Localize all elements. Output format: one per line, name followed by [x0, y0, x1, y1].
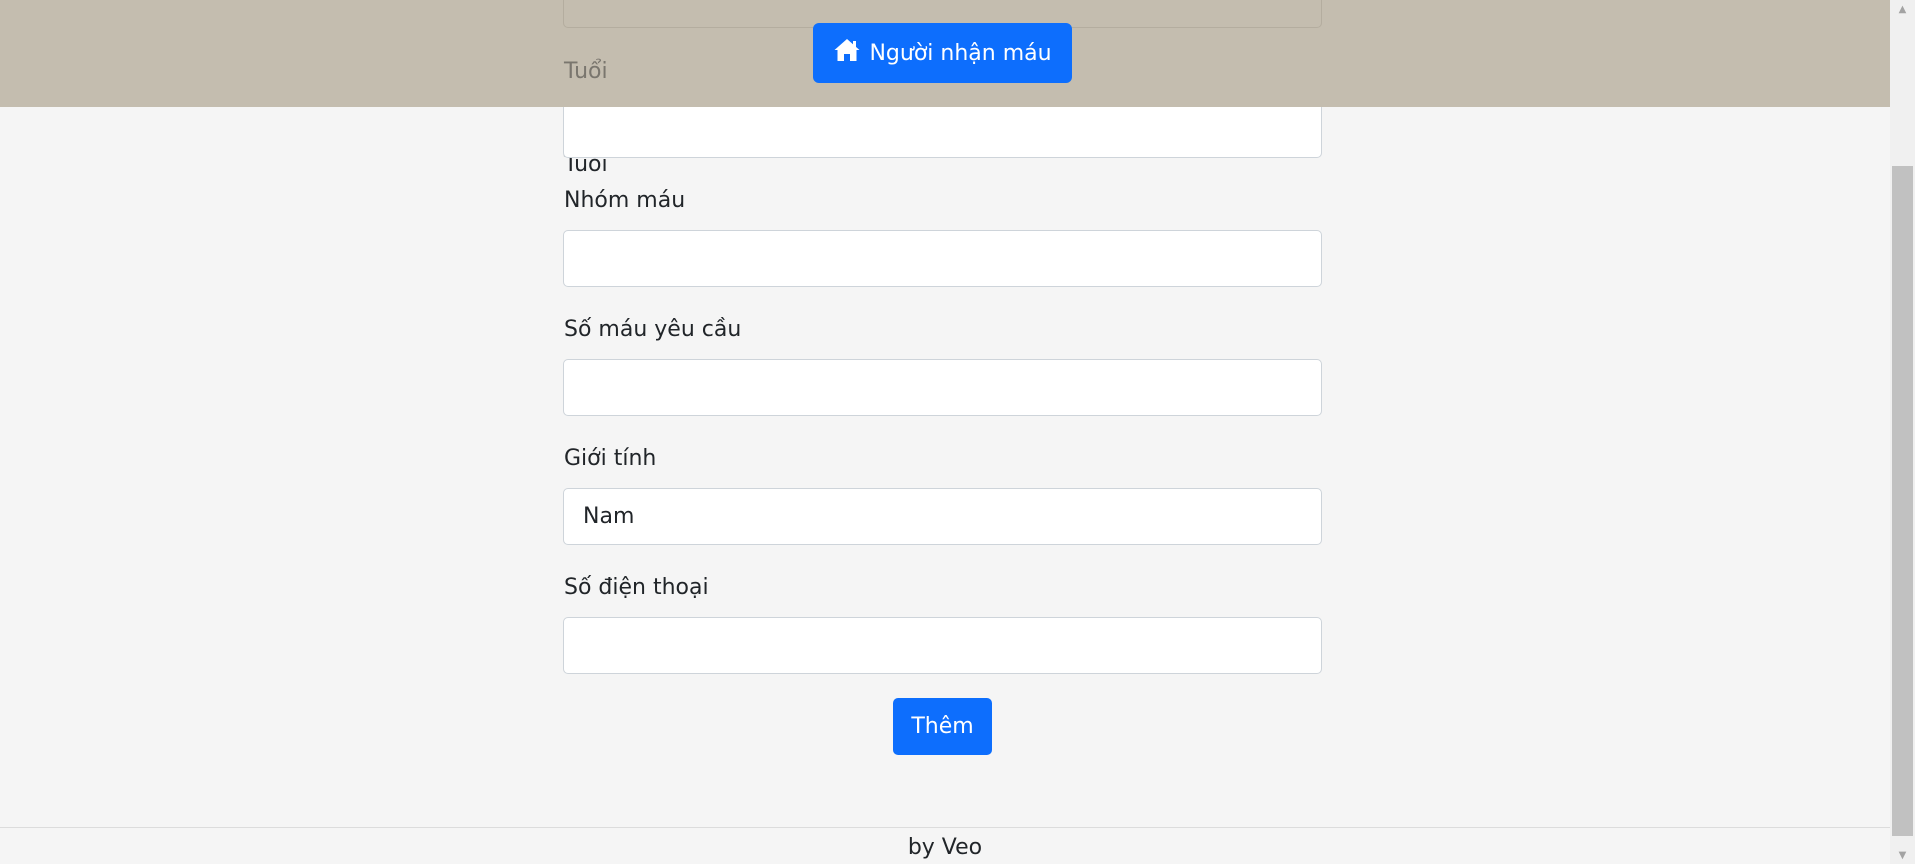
scroll-up-arrow-icon[interactable]: ▲: [1890, 0, 1915, 18]
footer-text: by Veo: [907, 835, 983, 860]
scrollbar-thumb[interactable]: [1892, 166, 1913, 836]
submit-button-label: Thêm: [911, 714, 974, 739]
footer: by Veo: [0, 827, 1890, 864]
scroll-down-arrow-icon[interactable]: ▼: [1890, 846, 1915, 864]
phone-input[interactable]: [563, 617, 1322, 674]
blood-type-input[interactable]: [563, 230, 1322, 287]
vertical-scrollbar[interactable]: ▲ ▼: [1890, 0, 1915, 864]
gender-select[interactable]: Nam: [563, 488, 1322, 545]
nav-button-label: Người nhận máu: [869, 40, 1052, 66]
phone-label: Số điện thoại: [564, 575, 709, 600]
page: Tuổi Nhóm máu Số máu yêu cầu Giới tính N…: [0, 0, 1890, 864]
blood-type-label: Nhóm máu: [564, 188, 686, 213]
gender-label: Giới tính: [564, 446, 657, 471]
blood-recipient-nav-button[interactable]: Người nhận máu: [813, 23, 1072, 83]
submit-button[interactable]: Thêm: [893, 698, 992, 755]
age-input[interactable]: [563, 101, 1322, 158]
blood-amount-input[interactable]: [563, 359, 1322, 416]
age-label-behind-navbar: Tuổi: [564, 59, 608, 84]
home-icon: [833, 37, 861, 69]
blood-amount-label: Số máu yêu cầu: [564, 317, 742, 342]
